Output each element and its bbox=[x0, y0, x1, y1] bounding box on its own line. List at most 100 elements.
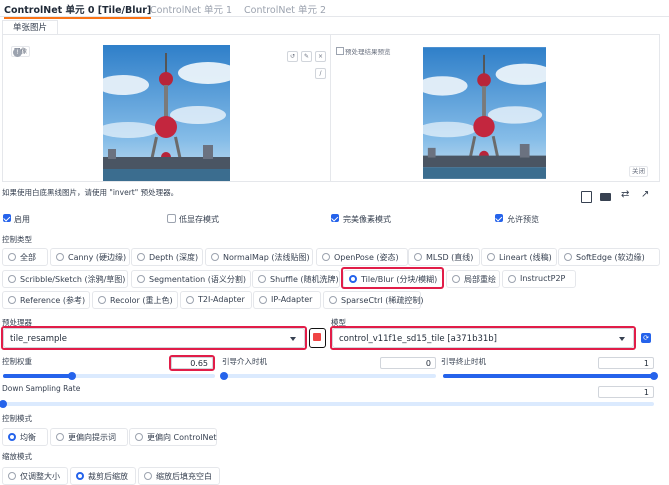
down-sampling-input[interactable]: 1 bbox=[598, 386, 654, 398]
camera-icon[interactable] bbox=[600, 193, 611, 201]
slider-handle[interactable] bbox=[0, 400, 7, 408]
control-type-softedge[interactable]: SoftEdge (软边缘) bbox=[558, 248, 660, 266]
radio bbox=[564, 252, 572, 261]
preview-image-icon bbox=[336, 47, 344, 55]
unit-tabs: ControlNet 单元 0 [Tile/Blur] ControlNet 单… bbox=[0, 0, 669, 19]
radio bbox=[211, 252, 219, 261]
control-type-mlsd[interactable]: MLSD (直线) bbox=[408, 248, 480, 266]
enable-checkbox[interactable] bbox=[3, 214, 11, 222]
low-vram-checkbox[interactable] bbox=[167, 214, 176, 223]
control-mode-heading: 控制模式 bbox=[2, 414, 32, 423]
radio bbox=[56, 432, 64, 441]
control-type-normalmap[interactable]: NormalMap (法线贴图) bbox=[205, 248, 313, 266]
run-preprocessor-button[interactable] bbox=[309, 328, 326, 348]
input-image-panel[interactable]: 图像 ! ↺ ✎ × / bbox=[2, 34, 332, 182]
control-type-scribble[interactable]: Scribble/Sketch (涂鸦/草图) bbox=[2, 270, 128, 288]
control-type-reference[interactable]: Reference (参考) bbox=[2, 291, 90, 309]
close-icon[interactable]: × bbox=[315, 51, 326, 62]
control-type-heading: 控制类型 bbox=[2, 235, 32, 244]
slider-fill bbox=[3, 374, 72, 378]
control-type-instructp2p[interactable]: InstructP2P bbox=[502, 270, 576, 288]
preview-image-panel[interactable]: 预处理结果预览 关闭 bbox=[330, 34, 660, 182]
radio bbox=[135, 432, 143, 441]
send-icon[interactable]: ↗ bbox=[641, 189, 649, 200]
tab-single-image[interactable]: 单张图片 bbox=[2, 20, 58, 35]
control-type-ip-adapter[interactable]: IP-Adapter bbox=[253, 291, 321, 309]
model-highlight bbox=[330, 326, 636, 350]
invert-hint: 如果使用白底黑线图片，请使用 "invert" 预处理器。 bbox=[2, 188, 179, 197]
control-weight-slider[interactable] bbox=[3, 372, 215, 380]
slider-handle[interactable] bbox=[67, 372, 76, 380]
control-type-lineart[interactable]: Lineart (线稿) bbox=[481, 248, 557, 266]
radio bbox=[322, 252, 330, 261]
radio bbox=[8, 274, 16, 283]
tab-unit-2[interactable]: ControlNet 单元 2 bbox=[244, 2, 326, 16]
tab-unit-1[interactable]: ControlNet 单元 1 bbox=[150, 2, 232, 16]
control-type-t2i-adapter[interactable]: T2I-Adapter bbox=[180, 291, 252, 309]
start-step-input[interactable]: 0 bbox=[380, 357, 436, 369]
radio bbox=[8, 471, 16, 480]
radio bbox=[259, 295, 267, 304]
edit-icon[interactable]: ✎ bbox=[301, 51, 312, 62]
allow-preview-checkbox[interactable] bbox=[495, 214, 503, 222]
explosion-icon bbox=[313, 333, 321, 341]
control-type-openpose[interactable]: OpenPose (姿态) bbox=[316, 248, 408, 266]
control-type-recolor[interactable]: Recolor (重上色) bbox=[92, 291, 178, 309]
control-mode-controlnet[interactable]: 更偏向 ControlNet bbox=[129, 428, 217, 446]
tab-unit-0[interactable]: ControlNet 单元 0 [Tile/Blur] bbox=[4, 2, 152, 19]
radio bbox=[329, 295, 337, 304]
refresh-icon[interactable]: ⟳ bbox=[641, 333, 651, 343]
low-vram-label: 低显存模式 bbox=[179, 215, 219, 224]
radio bbox=[56, 252, 64, 261]
end-step-input[interactable]: 1 bbox=[598, 357, 654, 369]
brush-icon[interactable]: / bbox=[315, 68, 326, 79]
preview-image bbox=[423, 45, 546, 181]
radio bbox=[258, 274, 266, 283]
control-type-shuffle[interactable]: Shuffle (随机洗牌) bbox=[252, 270, 340, 288]
control-mode-prompt[interactable]: 更偏向提示词 bbox=[50, 428, 128, 446]
control-type-all[interactable]: 全部 bbox=[2, 248, 48, 266]
control-weight-highlight bbox=[169, 355, 215, 371]
preview-label: 预处理结果预览 bbox=[345, 48, 391, 56]
end-step-slider[interactable] bbox=[443, 372, 658, 380]
control-type-depth[interactable]: Depth (深度) bbox=[131, 248, 203, 266]
document-icon[interactable] bbox=[581, 191, 592, 203]
slider-fill bbox=[443, 374, 654, 378]
down-sampling-slider[interactable] bbox=[0, 400, 654, 408]
slider-handle[interactable] bbox=[650, 372, 658, 380]
radio bbox=[98, 295, 106, 304]
input-image bbox=[103, 45, 230, 181]
radio bbox=[137, 252, 145, 261]
start-step-label: 引导介入时机 bbox=[222, 357, 267, 366]
pixel-perfect-checkbox[interactable] bbox=[331, 214, 339, 222]
resize-mode-heading: 缩放模式 bbox=[2, 452, 32, 461]
info-icon: ! bbox=[13, 48, 22, 57]
slider-handle[interactable] bbox=[220, 372, 228, 380]
close-preview-button[interactable]: 关闭 bbox=[629, 166, 648, 177]
control-type-segmentation[interactable]: Segmentation (语义分割) bbox=[131, 270, 251, 288]
control-type-canny[interactable]: Canny (硬边缘) bbox=[50, 248, 130, 266]
preprocessor-highlight bbox=[1, 326, 307, 350]
radio-selected bbox=[8, 432, 16, 441]
start-step-slider[interactable] bbox=[220, 372, 436, 380]
resize-mode-just-resize[interactable]: 仅调整大小 bbox=[2, 467, 68, 485]
enable-label: 启用 bbox=[14, 215, 30, 224]
down-sampling-label: Down Sampling Rate bbox=[2, 384, 81, 393]
resize-mode-crop-resize[interactable]: 裁剪后缩放 bbox=[70, 467, 136, 485]
resize-mode-resize-fill[interactable]: 缩放后填充空白 bbox=[138, 467, 220, 485]
radio bbox=[8, 295, 16, 304]
tile-blur-highlight bbox=[341, 267, 444, 289]
pixel-perfect-label: 完美像素模式 bbox=[343, 215, 391, 224]
undo-icon[interactable]: ↺ bbox=[287, 51, 298, 62]
control-type-inpaint[interactable]: 局部重绘 bbox=[446, 270, 500, 288]
control-mode-balanced[interactable]: 均衡 bbox=[2, 428, 48, 446]
control-type-sparsectrl[interactable]: SparseCtrl (稀疏控制) bbox=[323, 291, 423, 309]
radio bbox=[508, 274, 516, 283]
end-step-label: 引导终止时机 bbox=[441, 357, 486, 366]
radio-selected bbox=[76, 471, 84, 480]
control-weight-label: 控制权重 bbox=[2, 357, 32, 366]
swap-icon[interactable]: ⇄ bbox=[621, 189, 629, 200]
radio bbox=[137, 274, 145, 283]
radio bbox=[452, 274, 460, 283]
radio bbox=[487, 252, 495, 261]
